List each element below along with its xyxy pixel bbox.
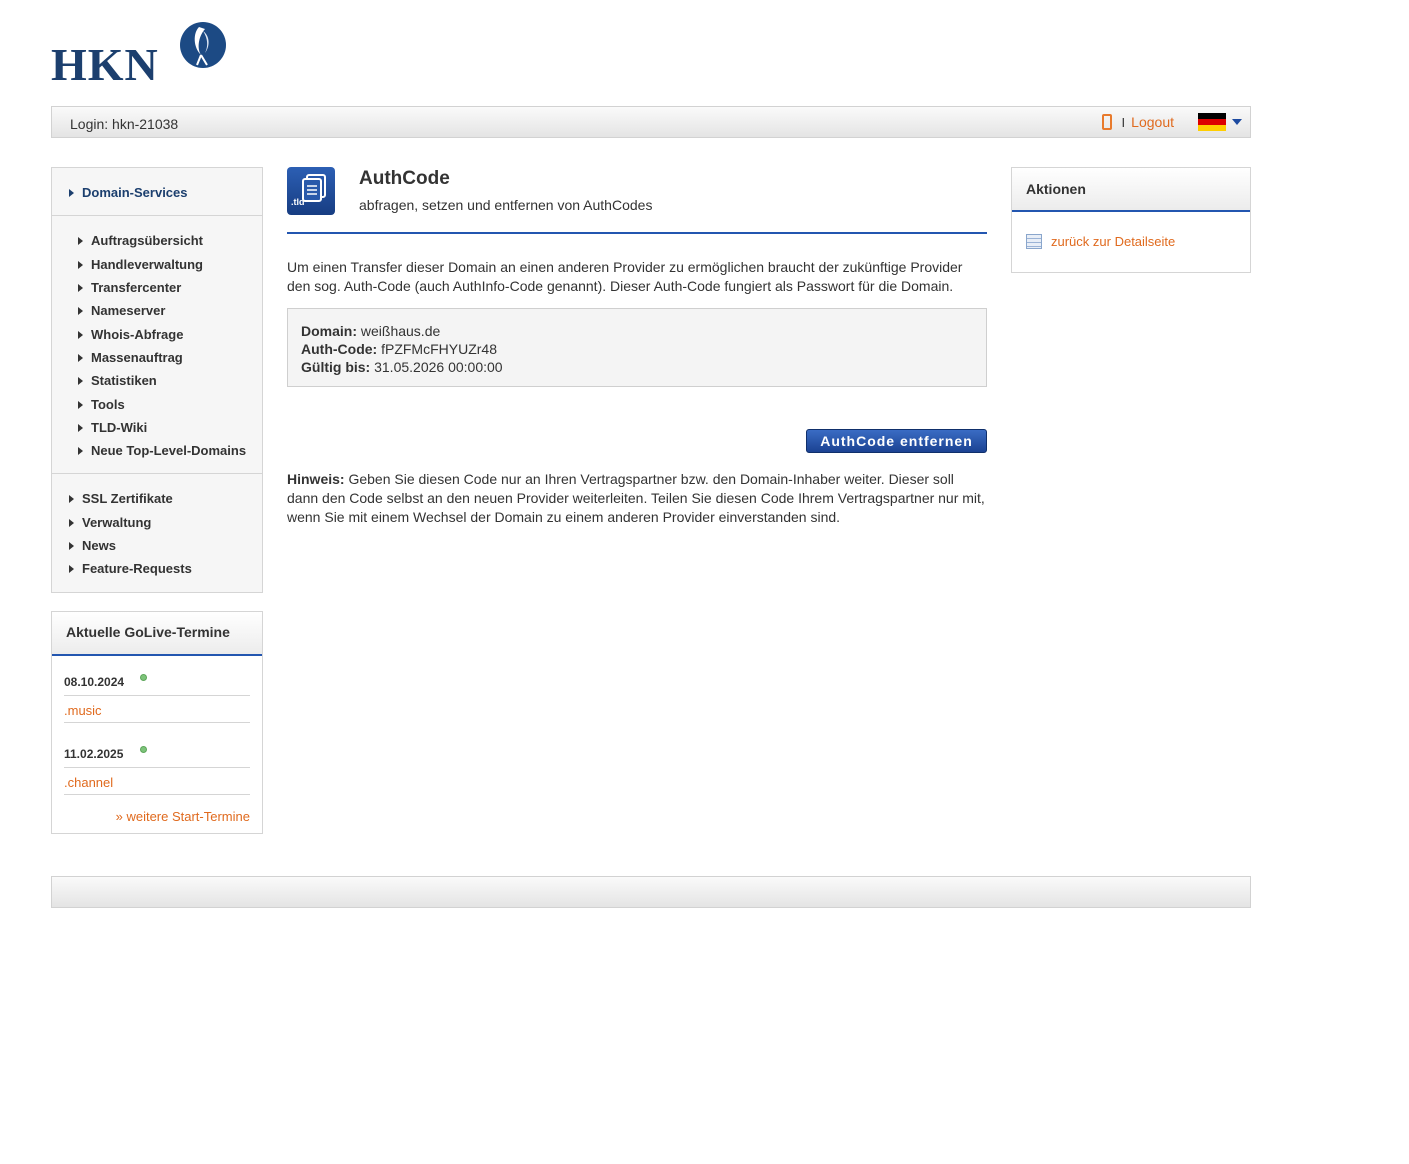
more-start-dates-link[interactable]: » weitere Start-Termine bbox=[116, 809, 250, 824]
divider bbox=[64, 767, 250, 768]
title-divider bbox=[287, 232, 987, 234]
triangle-right-icon bbox=[78, 400, 83, 409]
divider bbox=[64, 794, 250, 795]
valid-until-value: 31.05.2026 00:00:00 bbox=[374, 359, 503, 375]
divider bbox=[64, 722, 250, 723]
authcode-info-box: Domain: weißhaus.de Auth-Code: fPZFMcFHY… bbox=[287, 308, 987, 387]
remove-authcode-button[interactable]: AuthCode entfernen bbox=[806, 429, 987, 453]
sidebar-item-ssl-zertifikate[interactable]: SSL Zertifikate bbox=[69, 491, 173, 506]
actions-panel: Aktionen zurück zur Detailseite bbox=[1011, 167, 1251, 273]
sidebar-item-nameserver[interactable]: Nameserver bbox=[78, 303, 165, 318]
hint-text: Hinweis: Geben Sie diesen Code nur an Ih… bbox=[287, 471, 985, 525]
language-dropdown-icon[interactable] bbox=[1232, 119, 1242, 125]
triangle-right-icon bbox=[78, 306, 83, 315]
sidebar-item-whois-abfrage[interactable]: Whois-Abfrage bbox=[78, 327, 183, 342]
sidebar-item-statistiken[interactable]: Statistiken bbox=[78, 373, 157, 388]
auth-code-row: Auth-Code: fPZFMcFHYUZr48 bbox=[301, 341, 497, 357]
german-flag-icon[interactable] bbox=[1198, 113, 1226, 131]
status-dot-icon bbox=[140, 746, 147, 753]
login-label: Login: hkn-21038 bbox=[70, 116, 179, 132]
divider bbox=[64, 695, 250, 696]
triangle-right-icon bbox=[69, 541, 74, 550]
tld-icon-label: .tld bbox=[291, 197, 305, 207]
triangle-right-icon bbox=[69, 188, 74, 197]
triangle-right-icon bbox=[78, 283, 83, 292]
hint-label: Hinweis: bbox=[287, 471, 345, 487]
sidebar-item-verwaltung[interactable]: Verwaltung bbox=[69, 515, 151, 530]
logout-link[interactable]: Logout bbox=[1131, 114, 1174, 130]
back-to-details-link[interactable]: zurück zur Detailseite bbox=[1026, 234, 1175, 249]
sidebar-item-transfercenter[interactable]: Transfercenter bbox=[78, 280, 181, 295]
sidebar-item-news[interactable]: News bbox=[69, 538, 116, 553]
golive-tld-link[interactable]: .music bbox=[64, 703, 102, 718]
triangle-right-icon bbox=[78, 446, 83, 455]
logo-text: HKN bbox=[51, 39, 159, 90]
actions-title: Aktionen bbox=[1012, 168, 1250, 212]
top-bar: Login: hkn-21038 I Logout bbox=[51, 106, 1251, 138]
sidebar-item-tools[interactable]: Tools bbox=[78, 397, 125, 412]
sidebar-item-tld-wiki[interactable]: TLD-Wiki bbox=[78, 420, 147, 435]
sidebar-item-neue-tlds[interactable]: Neue Top-Level-Domains bbox=[78, 443, 246, 458]
top-bar-actions: I Logout bbox=[1101, 107, 1242, 137]
golive-date: 11.02.2025 bbox=[64, 747, 124, 761]
sidebar-item-massenauftrag[interactable]: Massenauftrag bbox=[78, 350, 183, 365]
sidebar-item-feature-requests[interactable]: Feature-Requests bbox=[69, 561, 192, 576]
status-dot-icon bbox=[140, 674, 147, 681]
golive-tld-link[interactable]: .channel bbox=[64, 775, 113, 790]
golive-title: Aktuelle GoLive-Termine bbox=[52, 612, 262, 656]
logo-emblem-icon bbox=[180, 22, 226, 68]
sidebar-nav: Domain-Services Auftragsübersicht Handle… bbox=[51, 167, 263, 593]
tld-document-icon: .tld bbox=[287, 167, 335, 215]
footer-bar bbox=[51, 876, 1251, 908]
document-list-icon bbox=[1026, 234, 1042, 249]
golive-date: 08.10.2024 bbox=[64, 675, 125, 689]
auth-code-value: fPZFMcFHYUZr48 bbox=[381, 341, 497, 357]
triangle-right-icon bbox=[78, 353, 83, 362]
mobile-phone-icon[interactable] bbox=[1101, 114, 1112, 130]
triangle-right-icon bbox=[69, 564, 74, 573]
separator: I bbox=[1121, 114, 1126, 130]
sidebar-item-domain-services[interactable]: Domain-Services bbox=[69, 185, 188, 200]
intro-text: Um einen Transfer dieser Domain an einen… bbox=[287, 259, 963, 294]
sidebar-item-auftragsuebersicht[interactable]: Auftragsübersicht bbox=[78, 233, 203, 248]
page-subtitle: abfragen, setzen und entfernen von AuthC… bbox=[359, 197, 653, 213]
triangle-right-icon bbox=[78, 236, 83, 245]
triangle-right-icon bbox=[78, 260, 83, 269]
triangle-right-icon bbox=[78, 423, 83, 432]
domain-value: weißhaus.de bbox=[360, 323, 441, 339]
domain-row: Domain: weißhaus.de bbox=[301, 323, 441, 339]
tld-document-graphic: .tld bbox=[291, 174, 326, 207]
triangle-right-icon bbox=[69, 494, 74, 503]
sidebar-divider bbox=[52, 473, 262, 474]
hkn-logo[interactable]: HKN bbox=[51, 20, 231, 90]
page-title: AuthCode bbox=[359, 168, 450, 189]
sidebar-item-handleverwaltung[interactable]: Handleverwaltung bbox=[78, 257, 203, 272]
golive-panel: Aktuelle GoLive-Termine 08.10.2024 .musi… bbox=[51, 611, 263, 834]
triangle-right-icon bbox=[78, 330, 83, 339]
valid-until-row: Gültig bis: 31.05.2026 00:00:00 bbox=[301, 359, 503, 375]
triangle-right-icon bbox=[78, 376, 83, 385]
triangle-right-icon bbox=[69, 518, 74, 527]
